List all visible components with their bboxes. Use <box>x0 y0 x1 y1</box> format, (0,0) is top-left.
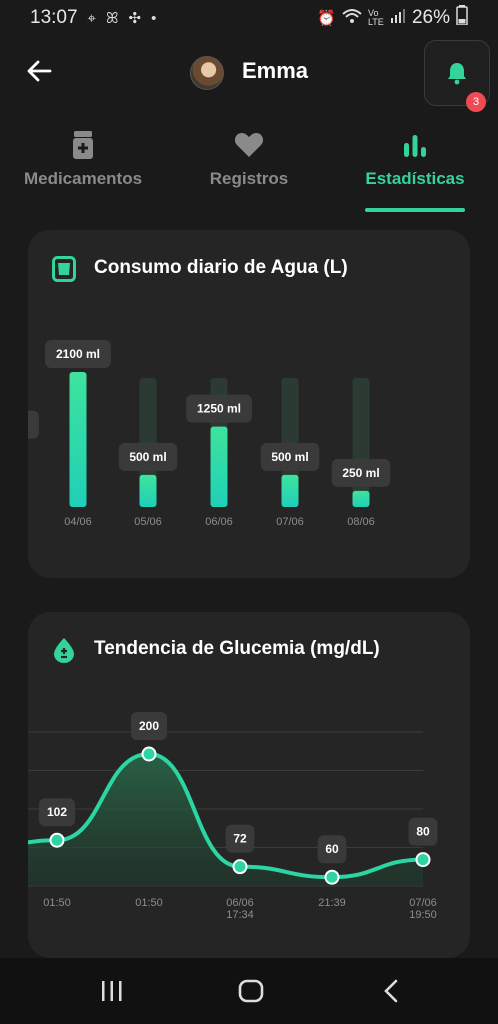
point-value-label-text: 80 <box>416 825 430 839</box>
recent-apps-button[interactable] <box>92 974 132 1008</box>
water-bar-chart: 03/061000 ml04/062100 ml05/06500 ml06/06… <box>28 340 391 528</box>
bar <box>281 474 299 507</box>
back-button[interactable] <box>22 54 56 88</box>
arrow-left-icon <box>27 60 52 82</box>
bar-track <box>352 378 370 507</box>
x-tick-label: 01:50 <box>43 897 71 909</box>
bar-value-label: 1000 ml <box>28 410 39 439</box>
bar <box>210 426 228 507</box>
point-value-label: 200 <box>130 712 168 740</box>
data-point <box>324 869 340 885</box>
x-tick-label: 06/06 <box>226 897 254 909</box>
data-point <box>49 832 65 848</box>
x-tick-label: 08/06 <box>347 516 375 528</box>
back-nav-button[interactable] <box>371 974 411 1008</box>
active-tab-indicator <box>365 208 465 212</box>
fan-icon: ✣ <box>128 10 142 27</box>
bar-value-label: 500 ml <box>118 442 178 471</box>
point-value-label-text: 60 <box>325 842 339 856</box>
tab-bar: Medicamentos Registros Estadísticas <box>0 128 498 214</box>
home-icon <box>238 979 264 1003</box>
bar-chart-icon <box>402 128 428 162</box>
bar <box>69 372 87 507</box>
x-tick-label: 19:50 <box>409 909 437 921</box>
app-header: Emma 3 <box>0 40 498 112</box>
battery-icon <box>456 5 468 31</box>
x-tick-label: 07/06 <box>276 516 304 528</box>
location-icon: ⌖ <box>87 9 96 27</box>
tab-label: Registros <box>209 169 289 188</box>
bell-icon <box>448 63 466 85</box>
point-value-label-text: 200 <box>139 719 159 733</box>
battery-percent: 26% <box>411 7 450 28</box>
bar-value-label: 2100 ml <box>45 340 111 368</box>
x-tick-label: 01:50 <box>135 897 163 909</box>
wifi-icon <box>342 8 362 28</box>
point-value-label-text: 102 <box>47 805 67 819</box>
signal-icon <box>390 9 406 27</box>
tab-estadisticas[interactable]: Estadísticas <box>355 128 475 214</box>
heart-icon <box>234 128 264 162</box>
point-value-label: 80 <box>408 817 438 846</box>
chevron-left-icon <box>384 979 398 1003</box>
medicine-bottle-icon <box>72 128 94 162</box>
x-tick-label: 06/06 <box>205 516 233 528</box>
home-button[interactable] <box>231 974 271 1008</box>
status-time: 13:07 <box>30 7 78 28</box>
point-value-label: 60 <box>317 835 347 864</box>
point-value-label: 102 <box>38 798 76 827</box>
bar <box>352 490 370 507</box>
user-name: Emma <box>242 58 309 83</box>
point-value-label: 72 <box>225 824 255 853</box>
bar-value-label-text: 500 ml <box>129 450 166 464</box>
status-bar: 13:07 ⌖ ꕤ ✣ • ⏰ Vo LTE 26% <box>0 0 498 36</box>
point-value-label-text: 72 <box>233 832 247 846</box>
recents-icon <box>102 981 122 1001</box>
glucose-trend-card: Tendencia de Glucemia (mg/dL) 102 01:50 20… <box>28 612 470 958</box>
tab-label: Estadísticas <box>365 169 465 188</box>
tab-label: Medicamentos <box>23 169 143 188</box>
x-tick-label: 07/06 <box>409 897 437 909</box>
x-tick-label: 04/06 <box>64 516 92 528</box>
water-consumption-card: Consumo diario de Agua (L) 03/061000 ml0… <box>28 230 470 578</box>
data-point <box>415 852 431 868</box>
network-type: Vo LTE <box>367 8 384 27</box>
bar <box>139 474 157 507</box>
glucose-line-chart: 102 01:50 200 01:50 72 06/0617:34 60 21:39 80 07/… <box>28 712 438 921</box>
x-tick-label: 05/06 <box>134 516 162 528</box>
link-icon: ꕤ <box>106 9 119 27</box>
bar-value-label-text: 500 ml <box>271 450 308 464</box>
bar-value-label: 1250 ml <box>186 394 252 423</box>
tab-registros[interactable]: Registros <box>194 128 304 214</box>
x-tick-label: 17:34 <box>226 909 254 921</box>
bar-value-label-text: 250 ml <box>342 466 379 480</box>
notification-badge: 3 <box>466 92 486 112</box>
data-point <box>141 746 157 762</box>
bar-value-label-text: 2100 ml <box>56 347 100 361</box>
x-tick-label: 21:39 <box>318 897 346 909</box>
system-nav-bar <box>0 958 498 1024</box>
alarm-icon: ⏰ <box>317 10 336 27</box>
avatar <box>190 56 224 90</box>
data-point <box>232 859 248 875</box>
bar-value-label: 500 ml <box>260 442 320 471</box>
bar-value-label-text: 1250 ml <box>197 402 241 416</box>
bar-value-label-bg <box>28 410 39 439</box>
bar-value-label: 250 ml <box>331 458 391 487</box>
tab-medicamentos[interactable]: Medicamentos <box>18 128 148 214</box>
dot-icon: • <box>151 9 157 27</box>
